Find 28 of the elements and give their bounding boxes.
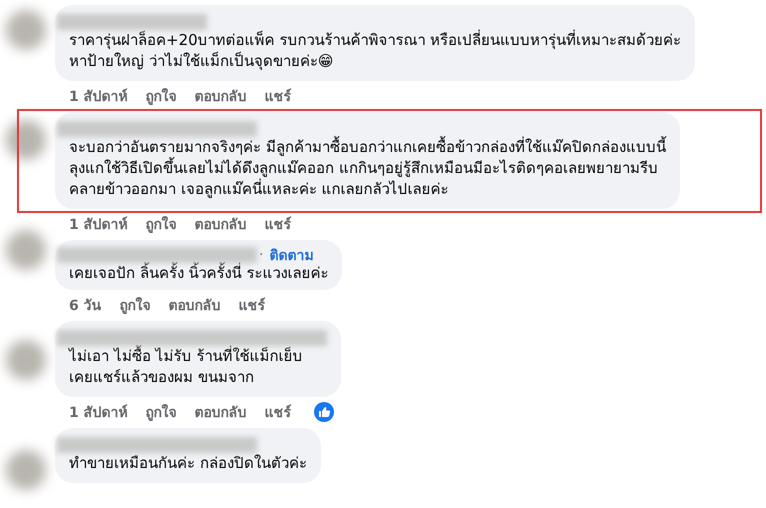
follow-link[interactable]: ติดตาม xyxy=(269,244,314,266)
avatar xyxy=(6,10,46,50)
comment-action-link[interactable]: ถูกใจ xyxy=(146,213,177,235)
avatar xyxy=(6,230,46,270)
comment-text: ราคารุ่นฝาล็อค+20บาทต่อแพ็ค รบกวนร้านค้าพิจารณา หรือเปลี่ยนแบบหารุ่นที่เหมาะสมด้วยค่ะ หาป้ายใหญ่ ว่าไม่ใช้แม็กเป็นจุดขายค่ะ😁 xyxy=(69,30,682,72)
comment-time: 1 สัปดาห์ xyxy=(69,88,128,107)
comment-time: 1 สัปดาห์ xyxy=(69,216,128,235)
separator-dot: · xyxy=(259,246,264,262)
comment-action-link[interactable]: แชร์ xyxy=(264,213,292,235)
comment-text: จะบอกว่าอันตรายมากจริงๆค่ะ มีลูกค้ามาซื้อบอกว่าแกเคยซื้อข้าวกล่องที่ใช้แม๊คปิดกล่องแบบนี้ ลุงแกใช้วิธีเปิดขึ้นเลยไม่ได้ดึงลูกแม๊คออก แกกินๆอยู่รู้สึกเหมือนมีอะไรติดๆคอเลยพยายามรีบ คลายข้าวออกมา เจอลูกแม๊คนี่แหละค่ะ แกเลยกลัวไปเลยค่ะ xyxy=(69,137,666,200)
avatar xyxy=(6,120,46,160)
comment-time: 1 สัปดาห์ xyxy=(69,404,128,423)
comment-action-link[interactable]: ตอบกลับ xyxy=(194,213,247,235)
comment-action-link[interactable]: แชร์ xyxy=(264,401,292,423)
comment-action-link[interactable]: ตอบกลับ xyxy=(194,401,247,423)
comment-action-link[interactable]: ถูกใจ xyxy=(146,401,177,423)
comment-action-link[interactable]: ตอบกลับ xyxy=(168,294,221,316)
comment-action-link[interactable]: แชร์ xyxy=(238,294,266,316)
comment-text: เคยเจอปัก ลิ้นครั้ง นิ้วครั้งนี่ ระแวงเลยค่ะ xyxy=(69,263,328,284)
comment-text: ไม่เอา ไม่ซื้อ ไม่รับ ร้านที่ใช้แม็กเย็บ เคยแชร์แล้วของผม ขนมจาก xyxy=(69,346,304,388)
comment-text: ทำขายเหมือนกันค่ะ กล่องปิดในตัวค่ะ xyxy=(69,453,307,474)
avatar xyxy=(6,450,46,490)
comment-action-link[interactable]: ตอบกลับ xyxy=(194,85,247,107)
comment-action-link[interactable]: ถูกใจ xyxy=(146,85,177,107)
avatar xyxy=(6,340,46,380)
comment-time: 6 วัน xyxy=(69,297,102,316)
comment-action-link[interactable]: แชร์ xyxy=(264,85,292,107)
comment-action-link[interactable]: ถูกใจ xyxy=(120,294,151,316)
